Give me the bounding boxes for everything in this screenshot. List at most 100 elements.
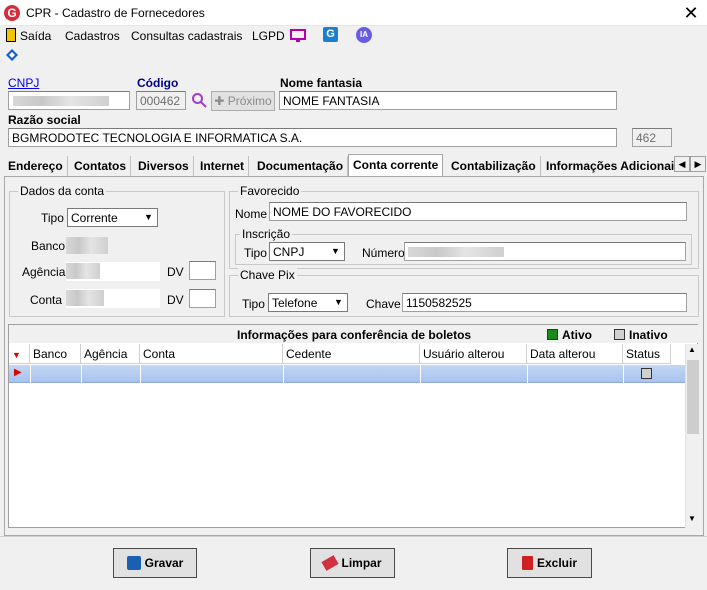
banco-label: Banco bbox=[31, 239, 66, 253]
tipo-conta-label: Tipo bbox=[41, 211, 64, 225]
pix-chave-label: Chave bbox=[366, 297, 401, 311]
scroll-down-icon[interactable]: ▼ bbox=[688, 514, 696, 523]
grid-scrollbar[interactable]: ▲ ▼ bbox=[685, 344, 699, 528]
razao-social-label: Razão social bbox=[8, 113, 81, 127]
col-conta[interactable]: Conta bbox=[140, 344, 283, 364]
favorecido-nome-input[interactable]: NOME DO FAVORECIDO bbox=[269, 202, 687, 221]
title-bar: G CPR - Cadastro de Fornecedores ✕ bbox=[0, 0, 707, 26]
chevron-down-icon: ▼ bbox=[331, 246, 340, 256]
col-status[interactable]: Status bbox=[623, 344, 671, 364]
chevron-down-icon: ▼ bbox=[334, 297, 343, 307]
tab-internet[interactable]: Internet bbox=[196, 156, 250, 176]
monitor-icon[interactable] bbox=[290, 29, 306, 43]
chave-pix-title: Chave Pix bbox=[238, 268, 297, 282]
inscricao-tipo-label: Tipo bbox=[244, 246, 267, 260]
inscricao-numero-input[interactable] bbox=[404, 242, 686, 261]
tab-endereco[interactable]: Endereço bbox=[4, 156, 68, 176]
menu-consultas-cadastrais[interactable]: Consultas cadastrais bbox=[131, 29, 242, 43]
agencia-label: Agência bbox=[22, 265, 66, 279]
inativo-legend-label: Inativo bbox=[629, 328, 668, 342]
proximo-button[interactable]: ✚ Próximo bbox=[211, 91, 275, 111]
tab-contabilizacao[interactable]: Contabilização bbox=[447, 156, 541, 176]
menu-lgpd[interactable]: LGPD bbox=[252, 29, 285, 43]
agencia-dv-input[interactable] bbox=[189, 261, 216, 280]
col-banco[interactable]: Banco bbox=[30, 344, 81, 364]
diamond-icon[interactable] bbox=[5, 48, 19, 62]
tipo-conta-select[interactable]: Corrente ▼ bbox=[67, 208, 158, 227]
scroll-up-icon[interactable]: ▲ bbox=[688, 345, 696, 354]
g-app-icon[interactable]: G bbox=[323, 27, 338, 42]
agencia-input[interactable] bbox=[66, 262, 160, 281]
tab-conta-corrente[interactable]: Conta corrente bbox=[348, 154, 444, 176]
excluir-button[interactable]: Excluir bbox=[507, 548, 592, 578]
status-checkbox[interactable] bbox=[641, 368, 652, 379]
col-data-alterou[interactable]: Data alterou bbox=[527, 344, 623, 364]
tab-informacoes-adicionais[interactable]: Informações Adicionais bbox=[542, 156, 676, 176]
nome-fantasia-input[interactable]: NOME FANTASIA bbox=[279, 91, 617, 110]
ativo-legend-label: Ativo bbox=[562, 328, 592, 342]
pix-chave-input[interactable]: 1150582525 bbox=[402, 293, 687, 312]
favorecido-nome-label: Nome bbox=[235, 207, 268, 221]
current-row-icon: ▶ bbox=[14, 367, 22, 378]
col-usuario-alterou[interactable]: Usuário alterou bbox=[420, 344, 527, 364]
dados-conta-title: Dados da conta bbox=[18, 184, 107, 198]
pix-tipo-select[interactable]: Telefone ▼ bbox=[268, 293, 348, 312]
codigo-input[interactable]: 000462 bbox=[136, 91, 186, 110]
cnpj-redacted bbox=[13, 96, 109, 106]
conta-dv-input[interactable] bbox=[189, 289, 216, 308]
window-title: CPR - Cadastro de Fornecedores bbox=[26, 6, 205, 20]
codigo-label: Código bbox=[137, 76, 179, 90]
dados-conta-group: Dados da conta Tipo Corrente ▼ Banco Agê… bbox=[9, 184, 225, 317]
eraser-icon bbox=[321, 555, 340, 571]
tab-contatos[interactable]: Contatos bbox=[70, 156, 131, 176]
grid-title-bar: Informações para conferência de boletos … bbox=[9, 325, 699, 343]
chevron-down-icon: ▼ bbox=[144, 212, 153, 222]
exit-door-icon bbox=[6, 28, 16, 42]
action-bar: Gravar Limpar Excluir bbox=[0, 536, 707, 590]
search-icon[interactable] bbox=[191, 92, 207, 108]
inscricao-numero-label: Número bbox=[362, 246, 405, 260]
inscricao-tipo-select[interactable]: CNPJ ▼ bbox=[269, 242, 345, 261]
tab-strip: Endereço Contatos Diversos Internet Docu… bbox=[4, 154, 707, 176]
grid-title: Informações para conferência de boletos bbox=[237, 328, 472, 342]
side-code-input[interactable]: 462 bbox=[632, 128, 672, 147]
conta-dv-label: DV bbox=[167, 293, 184, 307]
gravar-button[interactable]: Gravar bbox=[113, 548, 197, 578]
limpar-button[interactable]: Limpar bbox=[310, 548, 395, 578]
menu-bar: Saída Cadastros Consultas cadastrais LGP… bbox=[0, 26, 707, 46]
conta-input[interactable] bbox=[66, 289, 160, 308]
inativo-legend-swatch bbox=[614, 329, 625, 340]
menu-cadastros[interactable]: Cadastros bbox=[65, 29, 120, 43]
tab-scroll-left-icon[interactable]: ◀ bbox=[674, 156, 690, 172]
col-agencia[interactable]: Agência bbox=[81, 344, 140, 364]
agencia-dv-label: DV bbox=[167, 265, 184, 279]
menu-saida[interactable]: Saída bbox=[20, 29, 51, 43]
save-icon bbox=[126, 556, 141, 570]
favorecido-group: Favorecido Nome NOME DO FAVORECIDO Inscr… bbox=[229, 184, 699, 269]
close-icon[interactable]: ✕ bbox=[680, 2, 702, 24]
toolbar bbox=[0, 46, 707, 66]
cnpj-input[interactable] bbox=[8, 91, 130, 110]
inscricao-group: Inscrição Tipo CNPJ ▼ Número bbox=[235, 227, 692, 265]
grid-indicator-head: ▼ bbox=[9, 344, 30, 364]
tab-documentacao[interactable]: Documentação bbox=[253, 156, 349, 176]
boletos-grid: Informações para conferência de boletos … bbox=[8, 324, 699, 528]
sort-down-icon: ▼ bbox=[12, 350, 21, 360]
app-logo-icon: G bbox=[4, 5, 20, 21]
trash-icon bbox=[521, 556, 533, 570]
scroll-thumb[interactable] bbox=[687, 360, 699, 434]
tab-scroll-right-icon[interactable]: ▶ bbox=[690, 156, 706, 172]
razao-social-input[interactable]: BGMRODOTEC TECNOLOGIA E INFORMATICA S.A. bbox=[8, 128, 617, 147]
banco-input[interactable] bbox=[66, 237, 108, 254]
pix-tipo-label: Tipo bbox=[242, 297, 265, 311]
ia-icon[interactable]: IA bbox=[356, 27, 372, 43]
favorecido-title: Favorecido bbox=[238, 184, 302, 198]
chave-pix-group: Chave Pix Tipo Telefone ▼ Chave 11505825… bbox=[229, 268, 699, 317]
ativo-legend-swatch bbox=[547, 329, 558, 340]
cnpj-label[interactable]: CNPJ bbox=[8, 76, 39, 90]
plus-icon: ✚ bbox=[214, 94, 228, 108]
tab-diversos[interactable]: Diversos bbox=[134, 156, 194, 176]
table-row[interactable]: ▶ bbox=[9, 365, 685, 383]
conta-label: Conta bbox=[30, 293, 63, 307]
col-cedente[interactable]: Cedente bbox=[283, 344, 420, 364]
